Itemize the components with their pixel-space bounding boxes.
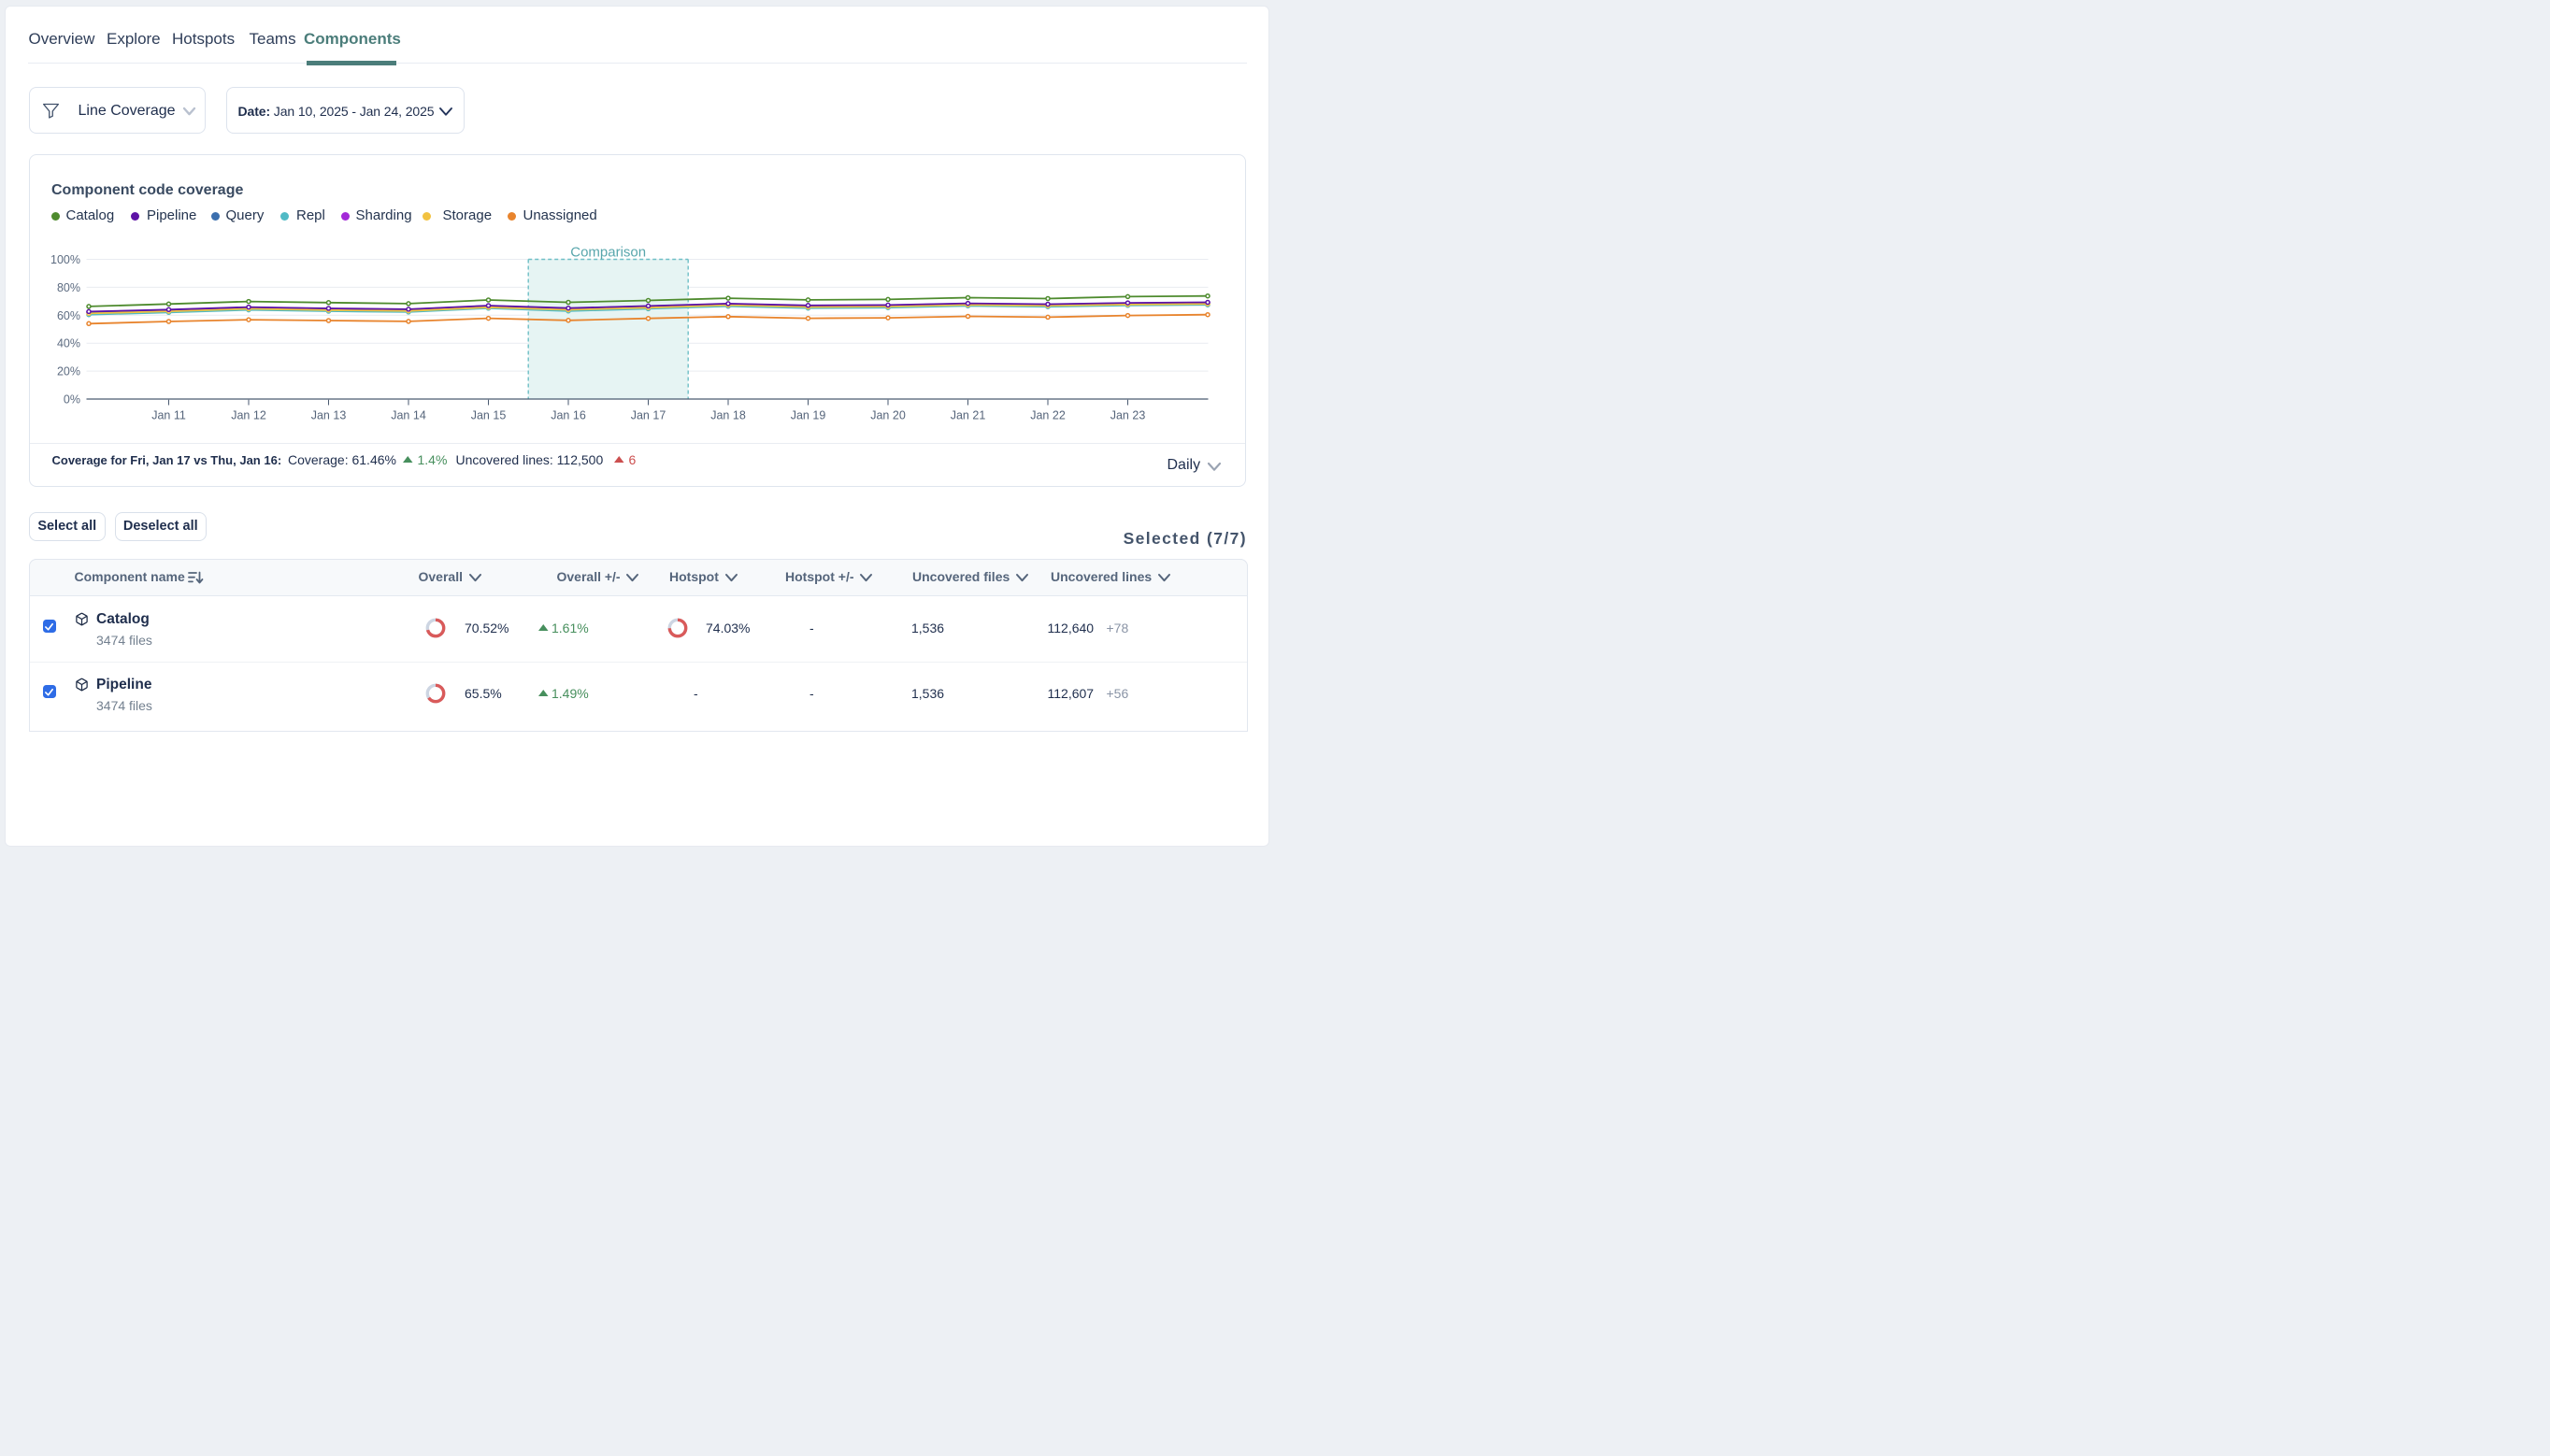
svg-text:Jan 17: Jan 17	[631, 409, 666, 422]
svg-text:80%: 80%	[57, 281, 80, 294]
svg-text:Jan 13: Jan 13	[311, 409, 347, 422]
svg-text:Jan 19: Jan 19	[791, 409, 826, 422]
svg-text:100%: 100%	[50, 253, 80, 266]
svg-text:20%: 20%	[57, 365, 80, 378]
svg-text:40%: 40%	[57, 337, 80, 350]
svg-text:Jan 11: Jan 11	[151, 409, 186, 422]
svg-text:Jan 15: Jan 15	[471, 409, 507, 422]
svg-text:Jan 22: Jan 22	[1030, 409, 1066, 422]
svg-text:Jan 21: Jan 21	[951, 409, 986, 422]
svg-text:Jan 16: Jan 16	[551, 409, 586, 422]
svg-text:0%: 0%	[64, 393, 80, 407]
svg-text:Jan 12: Jan 12	[231, 409, 266, 422]
svg-text:Jan 18: Jan 18	[710, 409, 746, 422]
svg-text:Jan 20: Jan 20	[870, 409, 906, 422]
svg-text:60%: 60%	[57, 309, 80, 322]
svg-text:Comparison: Comparison	[570, 245, 646, 261]
svg-text:Jan 14: Jan 14	[391, 409, 426, 422]
svg-text:Jan 23: Jan 23	[1110, 409, 1146, 422]
